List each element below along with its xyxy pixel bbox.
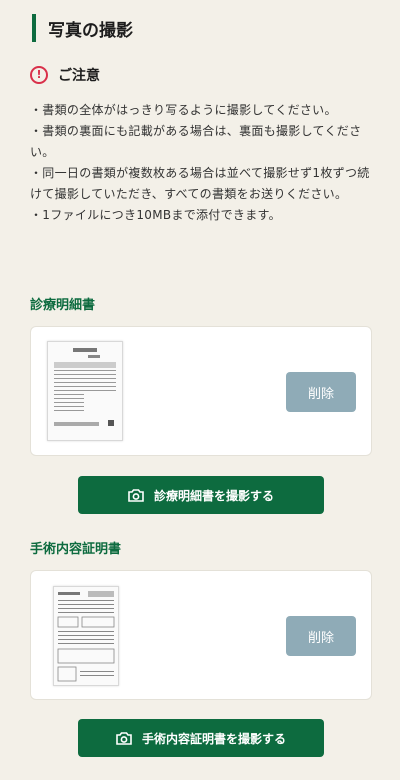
doc-label-surgery-certificate: 手術内容証明書 [30, 542, 122, 557]
delete-button[interactable]: 削除 [286, 372, 356, 412]
notice-item: ・書類の全体がはっきり写るように撮影してください。 [30, 103, 337, 117]
photo-card-medical-statement: 削除 [30, 326, 372, 456]
notice-title: ご注意 [58, 68, 100, 84]
alert-circle-icon: ! [30, 66, 48, 84]
camera-icon [128, 489, 144, 502]
notice-item: ・書類の裏面にも記載がある場合は、裏面も撮影してください。 [30, 124, 362, 159]
photo-capture-page: 写真の撮影 ! ご注意 ・書類の全体がはっきり写るように撮影してください。 ・書… [0, 0, 400, 780]
shoot-surgery-certificate-button[interactable]: 手術内容証明書を撮影する [78, 719, 324, 757]
camera-icon [116, 732, 132, 745]
document-thumbnail[interactable] [53, 586, 119, 686]
section-accent-bar [32, 14, 36, 42]
notice-header: ! ご注意 [30, 65, 100, 85]
shoot-button-label: 診療明細書を撮影する [153, 488, 274, 503]
photo-card-surgery-certificate: 削除 [30, 570, 372, 700]
section-title: 写真の撮影 [32, 14, 133, 42]
notice-item: ・同一日の書類が複数枚ある場合は並べて撮影せず1枚ずつ続けて撮影していただき、す… [30, 166, 370, 201]
page-title: 写真の撮影 [48, 20, 133, 41]
shoot-button-label: 手術内容証明書を撮影する [141, 731, 286, 746]
shoot-medical-statement-button[interactable]: 診療明細書を撮影する [78, 476, 324, 514]
delete-button[interactable]: 削除 [286, 616, 356, 656]
notice-list: ・書類の全体がはっきり写るように撮影してください。 ・書類の裏面にも記載がある場… [30, 100, 375, 226]
notice-item: ・1ファイルにつき10MBまで添付できます。 [30, 208, 281, 222]
doc-label-medical-statement: 診療明細書 [30, 298, 96, 313]
document-thumbnail[interactable] [47, 341, 123, 441]
